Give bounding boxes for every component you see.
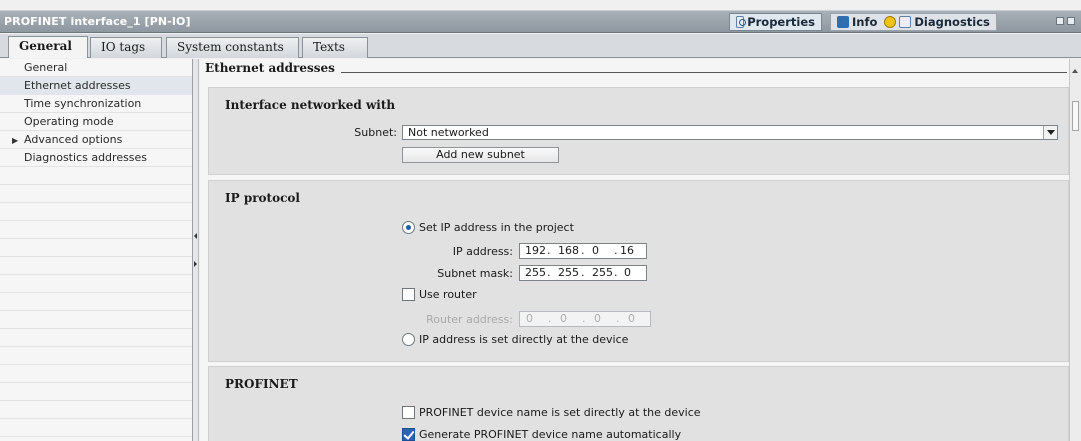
name-at-device-checkbox[interactable] (402, 406, 415, 419)
info-icon[interactable] (837, 16, 849, 28)
ip-octet-2: 168 (558, 244, 579, 257)
diagnostics-icon (899, 16, 912, 28)
interface-panel: Interface networked with Subnet: Not net… (208, 87, 1069, 175)
nav-item-general[interactable]: General (0, 59, 192, 77)
tab-texts[interactable]: Texts (302, 37, 368, 58)
tab-diagnostics-label[interactable]: Diagnostics (914, 15, 990, 29)
nav-item-advanced-options-label: Advanced options (24, 133, 123, 146)
interface-panel-heading: Interface networked with (225, 98, 396, 112)
router-address-label: Router address: (426, 313, 513, 326)
tab-info-label[interactable]: Info (852, 15, 877, 29)
warning-icon (884, 16, 897, 28)
ip-protocol-heading: IP protocol (225, 191, 300, 205)
properties-content: Ethernet addresses Interface networked w… (200, 59, 1069, 441)
mask-octet-3: 255 (592, 266, 613, 279)
section-header: Ethernet addresses (205, 61, 1067, 79)
ip-address-field[interactable]: 192 . 168 . 0 . 16 (519, 243, 647, 259)
nav-item-advanced-options[interactable]: ▶ Advanced options (0, 131, 192, 149)
maximize-icon[interactable] (1067, 17, 1075, 25)
subnet-mask-field[interactable]: 255 . 255 . 255 . 0 (519, 265, 647, 281)
router-octet-2: 0 (560, 312, 567, 325)
subnet-value: Not networked (408, 126, 489, 139)
float-icon[interactable] (1056, 17, 1064, 25)
ip-octet-4: 16 (620, 244, 634, 257)
tab-properties[interactable]: Properties (729, 13, 822, 31)
scroll-up-icon[interactable] (1072, 69, 1078, 73)
subnet-label: Subnet: (354, 126, 397, 139)
tab-properties-label: Properties (747, 15, 815, 29)
window-title: PROFINET interface_1 [PN-IO] (4, 15, 191, 28)
property-nav: General Ethernet addresses Time synchron… (0, 59, 193, 441)
tab-io-tags[interactable]: IO tags (90, 37, 162, 58)
expand-arrow-icon[interactable]: ▶ (12, 132, 24, 150)
router-octet-3: 0 (594, 312, 601, 325)
use-router-label: Use router (419, 288, 477, 301)
tab-general[interactable]: General (8, 36, 88, 58)
scroll-thumb[interactable] (1072, 101, 1079, 131)
expand-right-icon[interactable] (193, 259, 199, 269)
chevron-down-icon[interactable] (1043, 126, 1057, 139)
ip-set-at-device-label: IP address is set directly at the device (419, 333, 629, 346)
profinet-heading: PROFINET (225, 377, 298, 391)
set-ip-in-project-radio[interactable] (402, 221, 415, 234)
router-octet-4: 0 (628, 312, 635, 325)
router-address-field[interactable]: 0 . 0 . 0 . 0 (519, 311, 651, 327)
set-ip-in-project-label: Set IP address in the project (419, 221, 574, 234)
generate-name-label: Generate PROFINET device name automatica… (419, 428, 682, 441)
ip-octet-3: 0 (592, 244, 599, 257)
nav-item-diagnostics-addresses[interactable]: Diagnostics addresses (0, 149, 192, 167)
mask-octet-4: 0 (624, 266, 631, 279)
nav-item-operating-mode[interactable]: Operating mode (0, 113, 192, 131)
section-title: Ethernet addresses (205, 61, 341, 75)
nav-item-time-synchronization[interactable]: Time synchronization (0, 95, 192, 113)
profinet-panel: PROFINET PROFINET device name is set dir… (208, 366, 1069, 441)
mask-octet-1: 255 (525, 266, 546, 279)
properties-icon (736, 16, 747, 28)
ip-set-at-device-radio[interactable] (402, 333, 415, 346)
subnet-mask-label: Subnet mask: (437, 267, 513, 280)
section-divider (340, 72, 1067, 73)
ip-protocol-panel: IP protocol Set IP address in the projec… (208, 180, 1069, 362)
property-tabstrip: General IO tags System constants Texts (0, 34, 1081, 58)
inspector-tab-group: Info Diagnostics (830, 13, 997, 31)
add-new-subnet-button[interactable]: Add new subnet (402, 147, 559, 163)
name-at-device-label: PROFINET device name is set directly at … (419, 406, 701, 419)
nav-item-ethernet-addresses[interactable]: Ethernet addresses (0, 77, 192, 95)
ip-address-label: IP address: (452, 245, 513, 258)
nav-splitter[interactable] (193, 59, 199, 441)
use-router-checkbox[interactable] (402, 288, 415, 301)
subnet-dropdown[interactable]: Not networked (402, 125, 1058, 140)
generate-name-checkbox[interactable] (402, 428, 415, 441)
tab-system-constants[interactable]: System constants (166, 37, 299, 58)
inspector-title-bar: PROFINET interface_1 [PN-IO] Properties … (0, 10, 1081, 33)
collapse-left-icon[interactable] (193, 231, 199, 241)
window-controls (1056, 17, 1075, 25)
router-octet-1: 0 (526, 312, 533, 325)
vertical-scrollbar[interactable] (1069, 59, 1081, 441)
mask-octet-2: 255 (558, 266, 579, 279)
ip-octet-1: 192 (525, 244, 546, 257)
